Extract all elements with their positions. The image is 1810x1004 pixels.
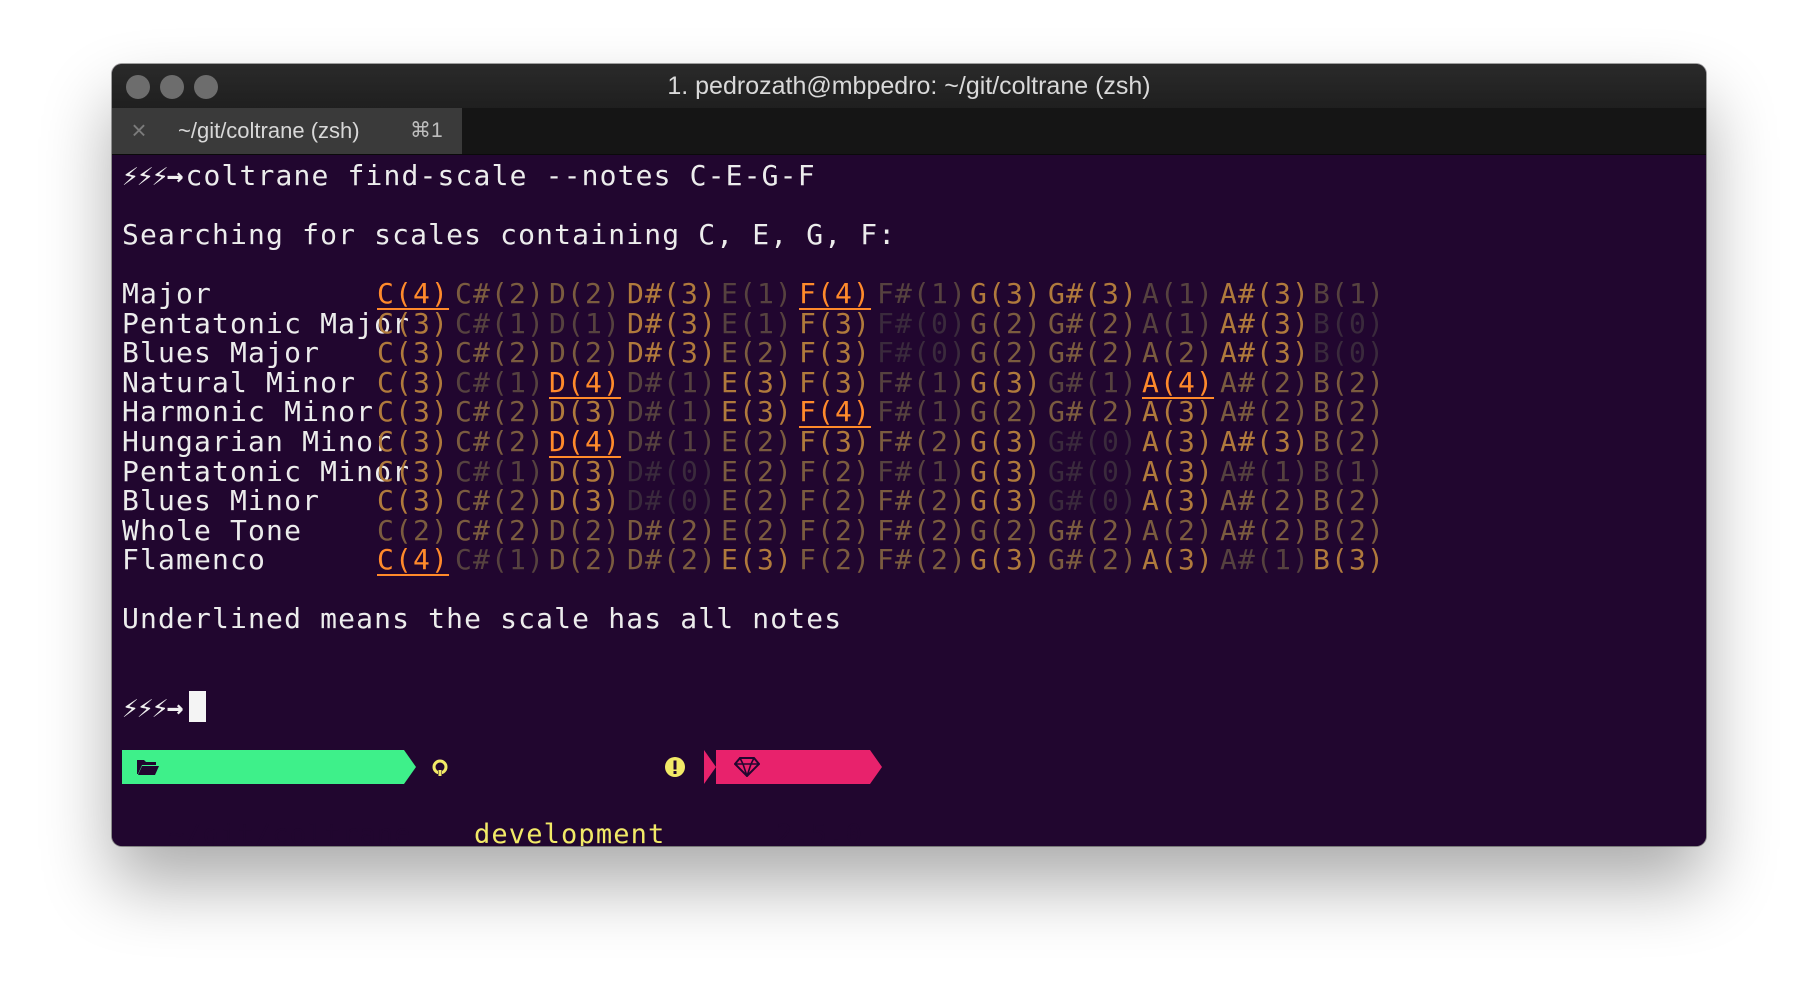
- git-segment: development: [416, 750, 698, 846]
- text-cursor: [189, 691, 207, 722]
- terminal-output[interactable]: ⚡⚡⚡→ coltrane find-scale --notes C-E-G-F …: [112, 155, 1706, 846]
- command-text: coltrane find-scale --notes C-E-G-F: [185, 159, 816, 192]
- directory-text: ~/git/coltrane: [168, 819, 412, 846]
- tab-label: ~/git/coltrane (zsh): [178, 118, 360, 143]
- tab-coltrane[interactable]: × ~/git/coltrane (zsh) ⌘1: [112, 108, 462, 154]
- ruby-gem-icon: [734, 757, 760, 777]
- terminal-window: 1. pedrozath@mbpedro: ~/git/coltrane (zs…: [112, 64, 1706, 846]
- window-title: 1. pedrozath@mbpedro: ~/git/coltrane (zs…: [667, 72, 1151, 100]
- note-cell: B(3): [1313, 543, 1386, 577]
- ruby-segment: 2.5.0: [704, 750, 882, 846]
- prompt-symbol: ⚡⚡⚡→: [122, 159, 183, 192]
- branch-text: development: [474, 819, 666, 846]
- prompt-status-bar: ~/git/coltrane development 2.5.0: [122, 750, 882, 846]
- search-message: Searching for scales containing C, E, G,…: [122, 218, 897, 251]
- git-branch-icon: [432, 759, 448, 776]
- note-cell: G(3): [970, 543, 1043, 577]
- tab-shortcut: ⌘1: [410, 119, 443, 142]
- command-line: ⚡⚡⚡→ coltrane find-scale --notes C-E-G-F: [122, 159, 816, 193]
- note-cell: F(2): [799, 543, 872, 577]
- note-cell: C#(1): [455, 543, 546, 577]
- note-cell: D(2): [549, 543, 622, 577]
- input-line[interactable]: ⚡⚡⚡→: [122, 691, 207, 725]
- note-cell: E(3): [721, 543, 794, 577]
- note-cell: C(4): [377, 543, 450, 577]
- warning-icon: [665, 757, 685, 777]
- directory-segment: ~/git/coltrane: [122, 750, 416, 846]
- note-cell: D#(2): [627, 543, 718, 577]
- close-tab-icon[interactable]: ×: [126, 115, 152, 145]
- prompt-symbol: ⚡⚡⚡→: [122, 691, 183, 724]
- title-bar: 1. pedrozath@mbpedro: ~/git/coltrane (zs…: [112, 64, 1706, 108]
- tab-bar: × ~/git/coltrane (zsh) ⌘1: [112, 108, 1706, 155]
- note-cell: A(3): [1142, 543, 1215, 577]
- ruby-version-text: 2.5.0: [776, 819, 864, 846]
- scale-name: Flamenco: [122, 543, 267, 577]
- folder-icon: [137, 760, 159, 775]
- note-cell: G#(2): [1048, 543, 1139, 577]
- note-cell: F#(2): [877, 543, 968, 577]
- legend-message: Underlined means the scale has all notes: [122, 602, 843, 635]
- note-cell: A#(1): [1220, 543, 1311, 577]
